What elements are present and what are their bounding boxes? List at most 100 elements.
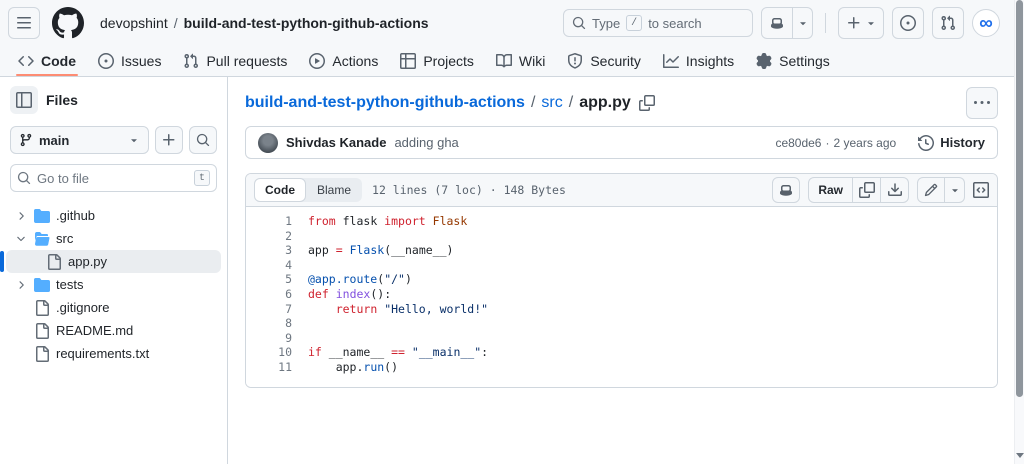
copy-raw-button[interactable] — [853, 177, 881, 203]
breadcrumb-dir-link[interactable]: src — [541, 94, 562, 112]
commit-sha[interactable]: ce80de6 — [775, 136, 821, 150]
line-number[interactable]: 6 — [246, 287, 308, 302]
commit-author-avatar[interactable] — [258, 132, 278, 153]
tree-item-app-py[interactable]: app.py — [0, 250, 221, 273]
commit-time: 2 years ago — [833, 135, 897, 150]
tree-item-src[interactable]: src — [6, 227, 221, 250]
download-button[interactable] — [881, 177, 909, 203]
history-button[interactable]: History — [918, 134, 985, 151]
copilot-dropdown-button[interactable] — [793, 7, 813, 39]
tab-settings[interactable]: Settings — [748, 46, 838, 76]
org-link[interactable]: devopshint — [100, 15, 168, 31]
github-logo-icon[interactable] — [52, 7, 84, 39]
scrollbar-down-arrow[interactable] — [1015, 453, 1024, 461]
chevron-right-icon[interactable] — [14, 279, 28, 291]
tab-pull-requests[interactable]: Pull requests — [175, 46, 295, 76]
line-number[interactable]: 9 — [246, 331, 308, 346]
copilot-code-button[interactable] — [772, 177, 801, 203]
t-key-badge: t — [194, 170, 210, 186]
create-new-button[interactable] — [838, 7, 884, 39]
book-icon — [495, 53, 512, 69]
line-number[interactable]: 10 — [246, 345, 308, 360]
hamburger-menu-button[interactable] — [8, 7, 40, 39]
tab-label: Pull requests — [206, 53, 288, 69]
user-avatar[interactable]: ∞ — [972, 9, 1000, 37]
tree-item-tests[interactable]: tests — [6, 273, 221, 296]
gear-icon — [756, 53, 772, 69]
line-content: from flask import Flask — [308, 214, 468, 228]
branch-selector[interactable]: main — [10, 126, 149, 154]
tab-projects[interactable]: Projects — [392, 46, 482, 76]
header-actions: Type / to search ∞ — [563, 7, 1008, 39]
line-number[interactable]: 7 — [246, 302, 308, 317]
symbols-panel-button[interactable] — [973, 182, 989, 198]
path-breadcrumb: build-and-test-python-github-actions / s… — [245, 86, 998, 119]
code-line: 5 @app.route("/") — [246, 272, 997, 287]
line-number[interactable]: 3 — [246, 243, 308, 258]
dropdown-caret-icon — [128, 134, 140, 146]
more-options-button[interactable] — [966, 86, 998, 119]
file-icon — [34, 299, 50, 316]
file-icon — [34, 322, 50, 339]
code-view-tab[interactable]: Code — [254, 178, 306, 202]
line-number[interactable]: 4 — [246, 258, 308, 273]
line-number[interactable]: 11 — [246, 360, 308, 375]
line-number[interactable]: 2 — [246, 229, 308, 244]
tree-item-label: src — [56, 231, 74, 246]
repo-link[interactable]: build-and-test-python-github-actions — [184, 15, 429, 31]
edit-dropdown-button[interactable] — [945, 177, 965, 203]
shield-icon — [567, 53, 583, 69]
breadcrumb-repo-link[interactable]: build-and-test-python-github-actions — [245, 94, 525, 112]
tab-wiki[interactable]: Wiki — [488, 46, 553, 76]
latest-commit-bar: Shivdas Kanade adding gha ce80de6 · 2 ye… — [245, 126, 998, 159]
add-file-button[interactable] — [155, 126, 183, 154]
code-line: 3 app = Flask(__name__) — [246, 243, 997, 258]
tree-item-requirements[interactable]: requirements.txt — [6, 342, 221, 365]
line-number[interactable]: 1 — [246, 214, 308, 229]
code-line: 8 — [246, 316, 997, 331]
app-header: devopshint / build-and-test-python-githu… — [0, 0, 1024, 77]
tab-issues[interactable]: Issues — [90, 46, 169, 76]
tab-insights[interactable]: Insights — [655, 46, 742, 76]
tab-code[interactable]: Code — [10, 46, 84, 76]
pull-requests-button[interactable] — [932, 7, 964, 39]
code-lines: 1 from flask import Flask 2 3 app = Flask(__… — [246, 207, 997, 387]
edit-file-button[interactable] — [917, 177, 945, 203]
play-circle-icon — [309, 53, 326, 69]
chevron-down-icon[interactable] — [14, 233, 28, 245]
repo-breadcrumb: devopshint / build-and-test-python-githu… — [100, 15, 429, 31]
scrollbar-thumb[interactable] — [1016, 0, 1023, 397]
tree-item-github[interactable]: .github — [6, 204, 221, 227]
tree-item-gitignore[interactable]: .gitignore — [6, 296, 221, 319]
header-divider — [825, 13, 826, 33]
line-number[interactable]: 5 — [246, 272, 308, 287]
tab-label: Security — [590, 53, 641, 69]
search-files-button[interactable] — [189, 126, 217, 154]
breadcrumb-separator: / — [173, 15, 178, 31]
line-content: return "Hello, world!" — [335, 301, 489, 316]
tab-label: Projects — [423, 53, 474, 69]
tab-security[interactable]: Security — [559, 46, 649, 76]
blame-view-tab[interactable]: Blame — [306, 178, 362, 202]
edit-button-group — [917, 177, 965, 203]
git-branch-icon — [19, 133, 33, 147]
commit-author[interactable]: Shivdas Kanade — [286, 135, 386, 150]
commit-message[interactable]: adding gha — [394, 135, 458, 150]
line-number[interactable]: 8 — [246, 316, 308, 331]
tree-item-readme[interactable]: README.md — [6, 319, 221, 342]
goto-file-input[interactable] — [37, 170, 188, 186]
chevron-right-icon[interactable] — [14, 210, 28, 222]
tab-actions[interactable]: Actions — [301, 46, 386, 76]
line-content: app.run() — [308, 359, 399, 374]
copilot-icon — [778, 182, 794, 198]
folder-open-icon — [34, 231, 50, 247]
global-search-input[interactable]: Type / to search — [563, 9, 753, 37]
breadcrumb-file-name: app.py — [579, 93, 631, 111]
goto-file-box: t — [10, 164, 217, 192]
issues-button[interactable] — [892, 7, 924, 39]
history-clock-icon — [918, 134, 935, 151]
copilot-button[interactable] — [761, 7, 793, 39]
raw-button[interactable]: Raw — [808, 177, 853, 203]
copy-path-button[interactable] — [638, 94, 655, 111]
collapse-sidebar-button[interactable] — [10, 86, 38, 114]
